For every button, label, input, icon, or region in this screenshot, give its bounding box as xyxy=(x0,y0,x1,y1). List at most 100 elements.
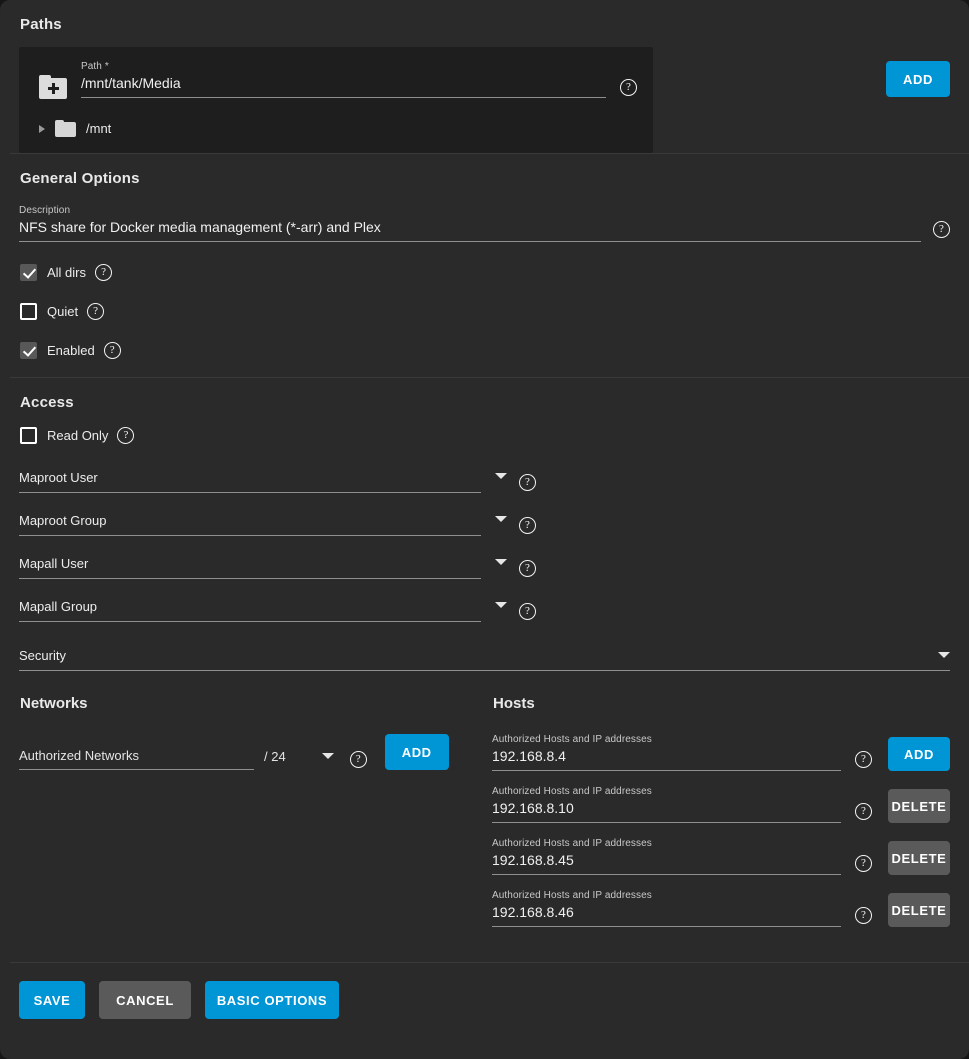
host-field-label: Authorized Hosts and IP addresses xyxy=(492,786,841,797)
security-select[interactable]: Security xyxy=(19,648,950,671)
path-input[interactable]: /mnt/tank/Media xyxy=(81,75,606,98)
maproot-user-help-icon[interactable]: ? xyxy=(519,474,536,491)
enabled-checkbox[interactable] xyxy=(20,342,37,359)
chevron-down-icon[interactable] xyxy=(938,652,950,658)
security-row[interactable]: Security xyxy=(19,648,950,671)
host-field[interactable]: Authorized Hosts and IP addresses 192.16… xyxy=(492,734,841,771)
delete-host-button[interactable]: DELETE xyxy=(888,893,950,927)
description-label: Description xyxy=(19,205,921,216)
path-tree-root-label: /mnt xyxy=(86,121,111,136)
chevron-down-icon[interactable] xyxy=(495,516,507,522)
chevron-down-icon[interactable] xyxy=(322,753,334,759)
authorized-network-row[interactable]: Authorized Networks / 24 ? ADD xyxy=(19,734,474,770)
read-only-checkbox-row[interactable]: Read Only ? xyxy=(19,427,950,444)
mapall-user-label: Mapall User xyxy=(19,556,481,579)
host-row[interactable]: Authorized Hosts and IP addresses 192.16… xyxy=(492,786,950,823)
read-only-checkbox[interactable] xyxy=(20,427,37,444)
maproot-group-label: Maproot Group xyxy=(19,513,481,536)
host-input[interactable]: 192.168.8.45 xyxy=(492,852,841,875)
host-field[interactable]: Authorized Hosts and IP addresses 192.16… xyxy=(492,838,841,875)
host-row[interactable]: Authorized Hosts and IP addresses 192.16… xyxy=(492,838,950,875)
path-field[interactable]: Path * /mnt/tank/Media xyxy=(81,61,606,98)
enabled-help-icon[interactable]: ? xyxy=(104,342,121,359)
mapall-user-select[interactable]: Mapall User xyxy=(19,556,481,579)
general-options-section: General Options Description NFS share fo… xyxy=(0,154,969,377)
host-field-label: Authorized Hosts and IP addresses xyxy=(492,890,841,901)
hosts-column: Hosts Authorized Hosts and IP addresses … xyxy=(492,695,950,942)
maproot-user-row[interactable]: Maproot User ? xyxy=(19,470,539,493)
chevron-right-icon[interactable] xyxy=(39,125,45,133)
folder-icon xyxy=(55,120,77,137)
host-field-label: Authorized Hosts and IP addresses xyxy=(492,838,841,849)
networks-title: Networks xyxy=(20,695,474,712)
host-help-icon[interactable]: ? xyxy=(855,751,872,768)
all-dirs-checkbox[interactable] xyxy=(20,264,37,281)
mapall-user-help-icon[interactable]: ? xyxy=(519,560,536,577)
quiet-checkbox-row[interactable]: Quiet ? xyxy=(19,303,950,320)
quiet-help-icon[interactable]: ? xyxy=(87,303,104,320)
maproot-group-help-icon[interactable]: ? xyxy=(519,517,536,534)
cancel-button[interactable]: CANCEL xyxy=(99,981,191,1019)
authorized-networks-input[interactable]: Authorized Networks xyxy=(19,748,254,770)
hosts-title: Hosts xyxy=(493,695,950,712)
chevron-down-icon[interactable] xyxy=(495,559,507,565)
path-help-icon[interactable]: ? xyxy=(620,79,637,96)
chevron-down-icon[interactable] xyxy=(495,473,507,479)
host-input[interactable]: 192.168.8.4 xyxy=(492,748,841,771)
read-only-label: Read Only xyxy=(47,428,108,443)
description-field[interactable]: Description NFS share for Docker media m… xyxy=(19,205,921,242)
host-row[interactable]: Authorized Hosts and IP addresses 192.16… xyxy=(492,890,950,927)
all-dirs-checkbox-row[interactable]: All dirs ? xyxy=(19,264,950,281)
mapall-group-row[interactable]: Mapall Group ? xyxy=(19,599,539,622)
nfs-share-edit-dialog: Paths Path * /mnt/tank/Media ? xyxy=(0,0,969,1059)
enabled-checkbox-row[interactable]: Enabled ? xyxy=(19,342,950,359)
footer-bar: SAVE CANCEL BASIC OPTIONS xyxy=(0,963,969,1019)
save-button[interactable]: SAVE xyxy=(19,981,85,1019)
host-help-icon[interactable]: ? xyxy=(855,855,872,872)
basic-options-button[interactable]: BASIC OPTIONS xyxy=(205,981,339,1019)
maproot-user-label: Maproot User xyxy=(19,470,481,493)
paths-section-title: Paths xyxy=(20,16,950,33)
maproot-group-row[interactable]: Maproot Group ? xyxy=(19,513,539,536)
host-input[interactable]: 192.168.8.10 xyxy=(492,800,841,823)
path-field-label: Path * xyxy=(81,61,606,72)
delete-host-button[interactable]: DELETE xyxy=(888,841,950,875)
paths-section: Paths Path * /mnt/tank/Media ? xyxy=(0,0,969,153)
read-only-help-icon[interactable]: ? xyxy=(117,427,134,444)
host-help-icon[interactable]: ? xyxy=(855,907,872,924)
networks-column: Networks Authorized Networks / 24 ? ADD xyxy=(19,695,492,942)
host-row[interactable]: Authorized Hosts and IP addresses 192.16… xyxy=(492,734,950,771)
host-field[interactable]: Authorized Hosts and IP addresses 192.16… xyxy=(492,786,841,823)
mapall-group-help-icon[interactable]: ? xyxy=(519,603,536,620)
access-title: Access xyxy=(20,394,950,411)
all-dirs-help-icon[interactable]: ? xyxy=(95,264,112,281)
enabled-label: Enabled xyxy=(47,343,95,358)
general-options-title: General Options xyxy=(20,170,950,187)
description-input[interactable]: NFS share for Docker media management (*… xyxy=(19,219,921,242)
maproot-user-select[interactable]: Maproot User xyxy=(19,470,481,493)
mapall-user-row[interactable]: Mapall User ? xyxy=(19,556,539,579)
access-section: Access Read Only ? Maproot User ? Maproo… xyxy=(0,378,969,677)
add-path-button[interactable]: ADD xyxy=(886,61,950,97)
path-tree-root-item[interactable]: /mnt xyxy=(35,120,637,137)
create-folder-icon[interactable] xyxy=(39,75,69,100)
maproot-group-select[interactable]: Maproot Group xyxy=(19,513,481,536)
networks-hosts-section: Networks Authorized Networks / 24 ? ADD … xyxy=(0,677,969,962)
add-network-button[interactable]: ADD xyxy=(385,734,449,770)
quiet-label: Quiet xyxy=(47,304,78,319)
quiet-checkbox[interactable] xyxy=(20,303,37,320)
delete-host-button[interactable]: DELETE xyxy=(888,789,950,823)
mapall-group-select[interactable]: Mapall Group xyxy=(19,599,481,622)
host-field-label: Authorized Hosts and IP addresses xyxy=(492,734,841,745)
security-label: Security xyxy=(19,648,66,663)
network-mask-value: / 24 xyxy=(264,749,286,764)
mapall-group-label: Mapall Group xyxy=(19,599,481,622)
host-input[interactable]: 192.168.8.46 xyxy=(492,904,841,927)
networks-help-icon[interactable]: ? xyxy=(350,751,367,768)
all-dirs-label: All dirs xyxy=(47,265,86,280)
host-help-icon[interactable]: ? xyxy=(855,803,872,820)
description-help-icon[interactable]: ? xyxy=(933,221,950,238)
add-host-button[interactable]: ADD xyxy=(888,737,950,771)
chevron-down-icon[interactable] xyxy=(495,602,507,608)
host-field[interactable]: Authorized Hosts and IP addresses 192.16… xyxy=(492,890,841,927)
